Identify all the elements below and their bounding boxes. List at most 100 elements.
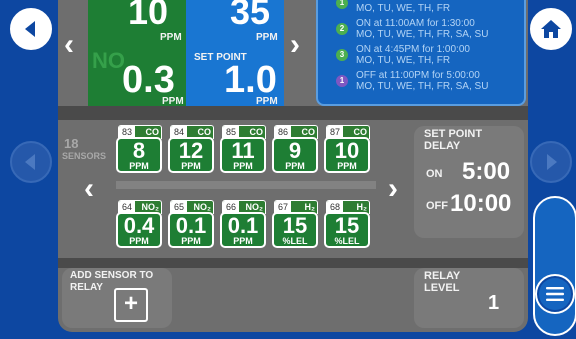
sensors-next-button[interactable]: ›: [388, 174, 398, 204]
sensor-value: 15: [334, 213, 360, 238]
sensor-unit: PPM: [233, 236, 253, 246]
reading-a-value: 10: [128, 0, 169, 32]
relay-level-label-1: RELAY: [424, 270, 461, 282]
sensor-value: 0.1: [227, 213, 259, 238]
reading-b-value: 35: [230, 0, 271, 32]
delay-on-value: 5:00: [462, 158, 511, 185]
schedule-index-badge: 2: [336, 23, 348, 35]
reading-b-unit: PPM: [256, 32, 278, 43]
menu-icon: [546, 287, 564, 301]
sensor-unit: PPM: [129, 161, 149, 171]
sensor-body: 0.1 PPM: [220, 212, 266, 248]
menu-button[interactable]: [535, 274, 575, 314]
sensor-body: 15 %LEL: [272, 212, 318, 248]
sensor-tile[interactable]: 85 CO 11 PPM: [220, 125, 266, 173]
sensor-value: 0.1: [175, 213, 207, 238]
schedule-line-2: MO, TU, WE, TH, FR, SA, SU: [356, 81, 489, 92]
sensor-unit: PPM: [129, 236, 149, 246]
next-relay-button[interactable]: [530, 141, 572, 183]
sensor-unit: PPM: [181, 236, 201, 246]
sensor-body: 0.1 PPM: [168, 212, 214, 248]
readings-prev-button[interactable]: ‹: [64, 30, 74, 60]
schedule-line-2: MO, TU, WE, TH, FR: [356, 55, 451, 66]
sensor-unit: PPM: [181, 161, 201, 171]
reading-a-unit: PPM: [160, 32, 182, 43]
schedule-item[interactable]: 1 OFF at 11:00PM for 5:00:00 MO, TU, WE, T…: [318, 68, 524, 94]
sensor-unit: PPM: [285, 161, 305, 171]
set-point-delay-title-1: SET POINT: [424, 128, 483, 140]
plus-icon[interactable]: +: [114, 288, 148, 322]
sensor-body: 11 PPM: [220, 137, 266, 173]
sensor-tile[interactable]: 65 NO₂ 0.1 PPM: [168, 200, 214, 248]
sensor-unit: PPM: [233, 161, 253, 171]
schedule-line-1: ON at 4:45PM for 1:00:00: [356, 44, 470, 55]
delay-off-value: 10:00: [450, 190, 512, 217]
schedule-item[interactable]: 3 ON at 4:45PM for 1:00:00 MO, TU, WE, TH,…: [318, 42, 524, 68]
sensor-row-separator: [116, 181, 376, 189]
sensor-tile[interactable]: 64 NO₂ 0.4 PPM: [116, 200, 162, 248]
delay-on-label: ON: [426, 168, 443, 180]
set-point-delay-card[interactable]: SET POINT DELAY ON 5:00 OFF 10:00: [414, 126, 524, 238]
schedule-line-1: ON at 11:00AM for 1:30:00: [356, 18, 475, 29]
sensor-tile[interactable]: 67 H₂ 15 %LEL: [272, 200, 318, 248]
add-sensor-card[interactable]: ADD SENSOR TO RELAY +: [62, 268, 172, 328]
sensor-body: 12 PPM: [168, 137, 214, 173]
schedule-panel: 1ON at 7:30AM for 1:30:00MO, TU, WE, TH,…: [316, 0, 526, 106]
home-button[interactable]: [530, 8, 572, 50]
schedule-index-badge: 3: [336, 49, 348, 61]
sensor-unit: %LEL: [282, 236, 308, 246]
reading-c-value: 0.3: [122, 59, 175, 101]
plus-glyph: +: [123, 290, 138, 317]
reading-c-tag: NO: [92, 48, 125, 73]
sensor-value: 9: [288, 138, 302, 163]
sensor-value: 8: [132, 138, 146, 163]
add-sensor-label-2: RELAY: [70, 282, 103, 293]
menu-pill: [533, 196, 576, 336]
reading-d-value: 1.0: [224, 59, 277, 101]
sensor-tile[interactable]: 86 CO 9 PPM: [272, 125, 318, 173]
sensor-body: 10 PPM: [324, 137, 370, 173]
readings-next-button[interactable]: ›: [290, 30, 300, 60]
sensor-value: 11: [231, 138, 255, 163]
reading-cell-c: NO 0.3 PPM: [88, 46, 186, 107]
sensor-tile[interactable]: 84 CO 12 PPM: [168, 125, 214, 173]
sensor-value: 15: [282, 213, 308, 238]
relay-level-label-2: LEVEL: [424, 282, 460, 294]
schedule-item[interactable]: 2 ON at 11:00AM for 1:30:00 MO, TU, WE, TH…: [318, 16, 524, 42]
back-arrow-icon: [25, 21, 35, 37]
schedule-line-2: MO, TU, WE, TH, FR: [356, 3, 451, 14]
schedule-item[interactable]: 1ON at 7:30AM for 1:30:00MO, TU, WE, TH,…: [318, 0, 524, 16]
sensor-body: 8 PPM: [116, 137, 162, 173]
sensor-tile[interactable]: 66 NO₂ 0.1 PPM: [220, 200, 266, 248]
relay-level-card[interactable]: RELAY LEVEL 1: [414, 268, 524, 328]
home-icon: [541, 20, 561, 38]
section-divider: [58, 106, 528, 120]
sensor-body: 9 PPM: [272, 137, 318, 173]
schedule-line-1: OFF at 11:00PM for 5:00:00: [356, 70, 480, 81]
back-button[interactable]: [10, 8, 52, 50]
sensor-unit: PPM: [337, 161, 357, 171]
delay-off-label: OFF: [426, 200, 448, 212]
set-point-delay-title-2: DELAY: [424, 140, 461, 152]
sensor-value: 12: [178, 138, 204, 163]
schedule-index-badge: 1: [336, 0, 348, 9]
reading-cell-a: 10 PPM: [88, 0, 186, 46]
schedule-index-badge: 1: [336, 75, 348, 87]
sensor-unit: %LEL: [334, 236, 360, 246]
bottom-divider: [58, 258, 528, 268]
reading-cell-d: SET POINT 1.0 PPM: [186, 46, 284, 107]
sensor-count-label: SENSORS: [62, 151, 107, 161]
reading-cell-b: 35 PPM: [186, 0, 284, 46]
right-arrow-icon: [547, 154, 557, 170]
sensors-prev-button[interactable]: ‹: [84, 174, 94, 204]
sensor-tile[interactable]: 83 CO 8 PPM: [116, 125, 162, 173]
sensor-body: 0.4 PPM: [116, 212, 162, 248]
left-arrow-icon: [25, 154, 35, 170]
add-sensor-label-1: ADD SENSOR TO: [70, 270, 154, 281]
schedule-line-2: MO, TU, WE, TH, FR, SA, SU: [356, 29, 489, 40]
sensor-value: 0.4: [123, 213, 155, 238]
sensor-tile[interactable]: 87 CO 10 PPM: [324, 125, 370, 173]
sensor-count: 18: [64, 136, 79, 151]
sensor-tile[interactable]: 68 H₂ 15 %LEL: [324, 200, 370, 248]
previous-relay-button[interactable]: [10, 141, 52, 183]
